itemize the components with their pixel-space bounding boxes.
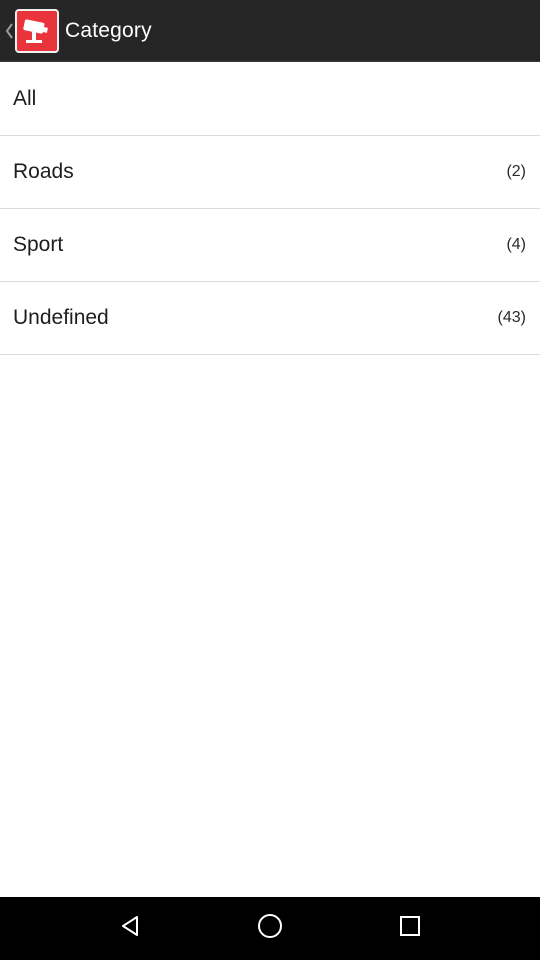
system-navigation-bar bbox=[0, 897, 540, 960]
list-item-label: Sport bbox=[13, 233, 64, 256]
list-item-undefined[interactable]: Undefined (43) bbox=[0, 282, 540, 355]
back-triangle-icon bbox=[118, 914, 142, 943]
action-bar: Category bbox=[0, 0, 540, 62]
list-item-sport[interactable]: Sport (4) bbox=[0, 209, 540, 282]
list-item-count: (2) bbox=[506, 163, 526, 180]
home-button[interactable] bbox=[240, 899, 300, 959]
home-circle-icon bbox=[257, 913, 283, 944]
back-button[interactable] bbox=[100, 899, 160, 959]
list-item-label: All bbox=[13, 87, 37, 110]
chevron-left-icon bbox=[4, 21, 14, 41]
list-item-roads[interactable]: Roads (2) bbox=[0, 136, 540, 209]
list-item-label: Undefined bbox=[13, 306, 109, 329]
category-list: All Roads (2) Sport (4) Undefined (43) bbox=[0, 63, 540, 355]
up-navigation-button[interactable] bbox=[0, 0, 59, 62]
list-item-all[interactable]: All bbox=[0, 63, 540, 136]
list-item-count: (43) bbox=[497, 309, 526, 326]
recents-square-icon bbox=[399, 915, 421, 942]
list-item-count: (4) bbox=[506, 236, 526, 253]
page-title: Category bbox=[65, 18, 152, 42]
recents-button[interactable] bbox=[380, 899, 440, 959]
speed-camera-icon bbox=[15, 8, 59, 53]
list-item-label: Roads bbox=[13, 160, 74, 183]
